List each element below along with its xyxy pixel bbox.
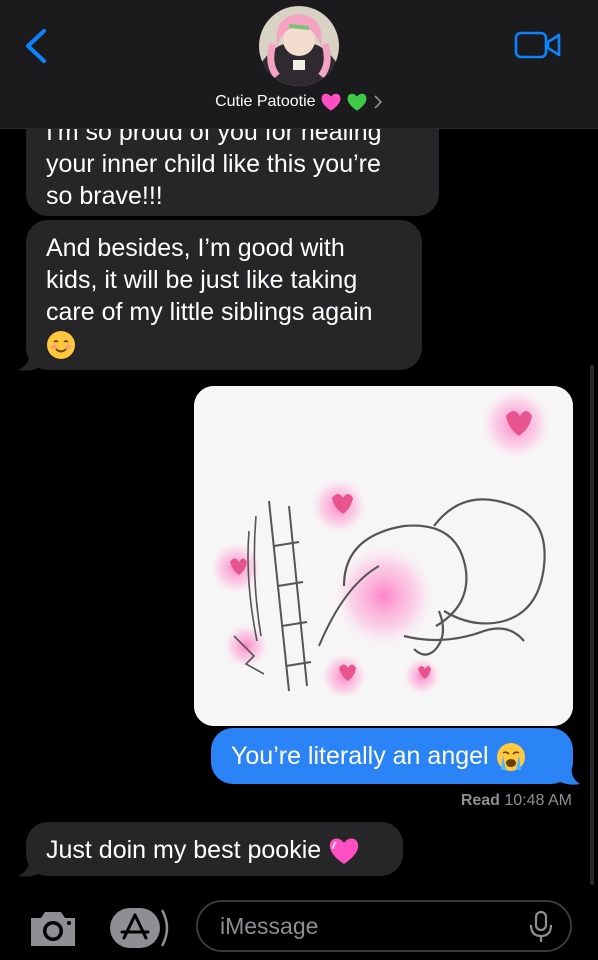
read-receipt: Read 10:48 AM <box>461 792 572 810</box>
crying-face-icon <box>496 743 525 772</box>
read-time: 10:48 AM <box>504 792 572 809</box>
contact-name-row[interactable]: Cutie Patootie <box>0 92 598 112</box>
read-label: Read <box>460 792 500 809</box>
message-line: And besides, I’m good with <box>46 234 345 262</box>
smiling-face-icon <box>47 331 75 360</box>
contact-avatar[interactable] <box>259 6 339 86</box>
message-thread: I'm so proud of you for healing your inn… <box>0 0 598 960</box>
message-line: kids, it will be just like taking <box>46 266 358 294</box>
incoming-message[interactable]: Just doin my best pookie <box>26 822 403 876</box>
camera-icon[interactable] <box>27 906 79 950</box>
message-line: your inner child like this you’re <box>46 150 381 178</box>
message-line <box>46 328 402 360</box>
sticker-image[interactable] <box>194 386 573 726</box>
bubble-tail <box>556 766 580 785</box>
bubble-tail <box>18 354 38 371</box>
message-line: so brave!!! <box>46 182 163 210</box>
message-text: Just doin my best pookie <box>46 836 322 864</box>
imessage-input[interactable]: iMessage <box>196 900 572 952</box>
pink-heart-icon <box>321 93 341 111</box>
bubble-tail <box>18 860 38 877</box>
contact-name: Cutie Patootie <box>215 93 316 110</box>
sticker-drawing <box>194 386 573 726</box>
avatar-image <box>259 6 339 86</box>
chevron-right-icon <box>374 95 383 109</box>
scrollbar[interactable] <box>590 365 594 885</box>
pink-heart-icon <box>329 838 359 865</box>
input-placeholder: iMessage <box>220 913 319 939</box>
conversation-header: Cutie Patootie <box>0 0 598 129</box>
back-chevron-icon[interactable] <box>22 28 50 64</box>
message-line: You’re literally an angel <box>231 740 553 772</box>
message-line: Just doin my best pookie <box>46 834 383 866</box>
incoming-message[interactable]: And besides, I’m good with kids, it will… <box>26 220 422 370</box>
outgoing-message[interactable]: You’re literally an angel <box>211 728 573 784</box>
green-heart-icon <box>348 93 367 111</box>
video-call-icon[interactable] <box>514 30 562 60</box>
microphone-icon[interactable] <box>528 910 554 944</box>
message-text: You’re literally an angel <box>231 742 489 770</box>
app-store-icon[interactable] <box>108 906 172 950</box>
message-line: care of my little siblings again <box>46 298 373 326</box>
